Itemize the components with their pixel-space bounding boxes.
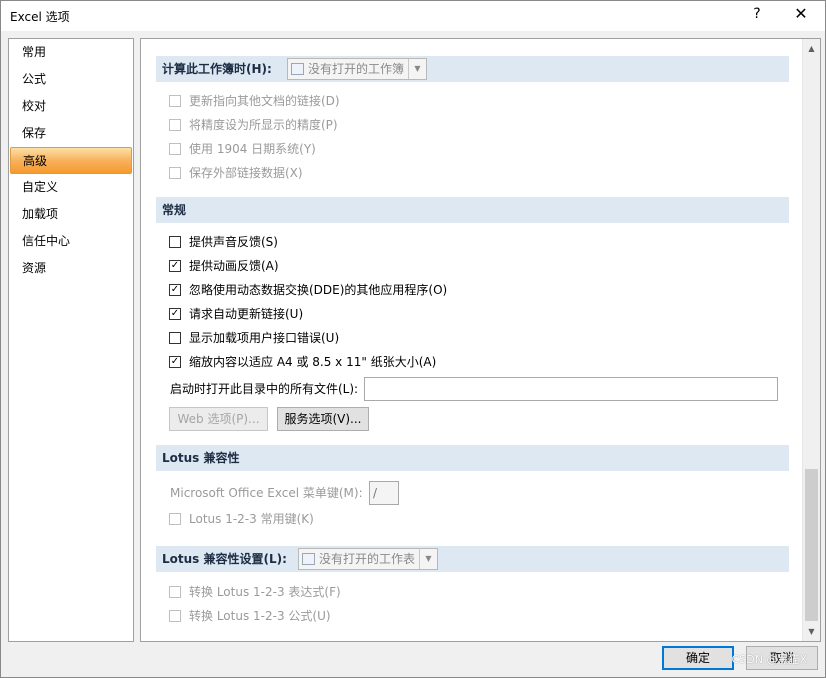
general-section-title: 常规 xyxy=(162,203,187,217)
menu-key-label: Microsoft Office Excel 菜单键(M): xyxy=(170,486,363,500)
option-label: 使用 1904 日期系统(Y) xyxy=(189,142,316,156)
checkbox[interactable] xyxy=(169,143,181,155)
calc-section-title: 计算此工作簿时(H): xyxy=(162,62,272,76)
section-header-general: 常规 xyxy=(156,197,789,223)
option-label: 忽略使用动态数据交换(DDE)的其他应用程序(O) xyxy=(189,283,448,297)
service-options-button[interactable]: 服务选项(V)... xyxy=(277,407,369,431)
checkbox[interactable] xyxy=(169,119,181,131)
sidebar-item-trust-center[interactable]: 信任中心 xyxy=(9,228,133,255)
workbook-select-value: 没有打开的工作簿 xyxy=(308,62,405,76)
sidebar-item-advanced[interactable]: 高级 xyxy=(10,147,132,174)
checkbox[interactable] xyxy=(169,236,181,248)
option-label: 提供声音反馈(S) xyxy=(189,235,278,249)
option-label: 缩放内容以适应 A4 或 8.5 x 11" 纸张大小(A) xyxy=(189,355,437,369)
scrollbar-thumb[interactable] xyxy=(805,469,818,621)
checkbox[interactable] xyxy=(169,167,181,179)
sidebar-item-save[interactable]: 保存 xyxy=(9,120,133,147)
checkbox[interactable] xyxy=(169,610,181,622)
scroll-down-icon[interactable]: ▼ xyxy=(803,623,820,640)
checkbox[interactable] xyxy=(169,586,181,598)
sidebar-item-addins[interactable]: 加载项 xyxy=(9,201,133,228)
option-label: 更新指向其他文档的链接(D) xyxy=(189,94,340,108)
window-title: Excel 选项 xyxy=(10,10,70,24)
vertical-scrollbar[interactable]: ▲ ▼ xyxy=(802,39,820,641)
section-header-calc: 计算此工作簿时(H): 没有打开的工作簿 ▼ xyxy=(156,56,789,82)
checkbox-checked[interactable]: ✓ xyxy=(169,284,181,296)
startup-folder-input[interactable] xyxy=(364,377,778,401)
web-options-button[interactable]: Web 选项(P)... xyxy=(169,407,268,431)
menu-key-input[interactable]: / xyxy=(369,481,399,505)
scroll-up-icon[interactable]: ▲ xyxy=(803,40,820,57)
excel-options-dialog: Excel 选项 ? ✕ 常用 公式 校对 保存 高级 自定义 加载项 信任中心… xyxy=(0,0,826,678)
chevron-down-icon[interactable]: ▼ xyxy=(408,59,426,79)
help-button[interactable]: ? xyxy=(747,6,767,22)
section-header-lotus: Lotus 兼容性 xyxy=(156,445,789,471)
sidebar-nav: 常用 公式 校对 保存 高级 自定义 加载项 信任中心 资源 xyxy=(8,38,134,642)
option-label: 转换 Lotus 1-2-3 公式(U) xyxy=(189,609,331,623)
title-bar: Excel 选项 ? ✕ xyxy=(1,1,825,31)
worksheet-select-value: 没有打开的工作表 xyxy=(319,552,416,566)
checkbox-checked[interactable]: ✓ xyxy=(169,308,181,320)
startup-folder-label: 启动时打开此目录中的所有文件(L): xyxy=(170,382,359,396)
sidebar-item-resources[interactable]: 资源 xyxy=(9,255,133,282)
close-icon[interactable]: ✕ xyxy=(791,4,811,23)
sidebar-item-proofing[interactable]: 校对 xyxy=(9,93,133,120)
checkbox[interactable] xyxy=(169,513,181,525)
lotus-section-title: Lotus 兼容性 xyxy=(162,451,240,465)
workbook-select[interactable]: 没有打开的工作簿 ▼ xyxy=(287,58,427,80)
option-label: Lotus 1-2-3 常用键(K) xyxy=(189,512,314,526)
sidebar-item-common[interactable]: 常用 xyxy=(9,39,133,66)
sidebar-item-customize[interactable]: 自定义 xyxy=(9,174,133,201)
option-label: 保存外部链接数据(X) xyxy=(189,166,303,180)
chevron-down-icon[interactable]: ▼ xyxy=(419,549,437,569)
checkbox[interactable] xyxy=(169,332,181,344)
option-label: 转换 Lotus 1-2-3 表达式(F) xyxy=(189,585,341,599)
options-content-panel: 计算此工作簿时(H): 没有打开的工作簿 ▼ 更新指向其他文档的链接(D) 将精… xyxy=(140,38,821,642)
checkbox-checked[interactable]: ✓ xyxy=(169,356,181,368)
worksheet-select[interactable]: 没有打开的工作表 ▼ xyxy=(298,548,438,570)
option-label: 显示加载项用户接口错误(U) xyxy=(189,331,340,345)
option-label: 将精度设为所显示的精度(P) xyxy=(189,118,338,132)
option-label: 请求自动更新链接(U) xyxy=(189,307,304,321)
option-label: 提供动画反馈(A) xyxy=(189,259,279,273)
checkbox[interactable] xyxy=(169,95,181,107)
sidebar-item-formulas[interactable]: 公式 xyxy=(9,66,133,93)
section-header-lotus-settings: Lotus 兼容性设置(L): 没有打开的工作表 ▼ xyxy=(156,546,789,572)
watermark: CSDN @黑猫X xyxy=(731,653,807,666)
workbook-icon xyxy=(291,63,304,75)
ok-button[interactable]: 确定 xyxy=(662,646,734,670)
checkbox-checked[interactable]: ✓ xyxy=(169,260,181,272)
lotus-settings-section-title: Lotus 兼容性设置(L): xyxy=(162,552,287,566)
worksheet-icon xyxy=(302,553,315,565)
